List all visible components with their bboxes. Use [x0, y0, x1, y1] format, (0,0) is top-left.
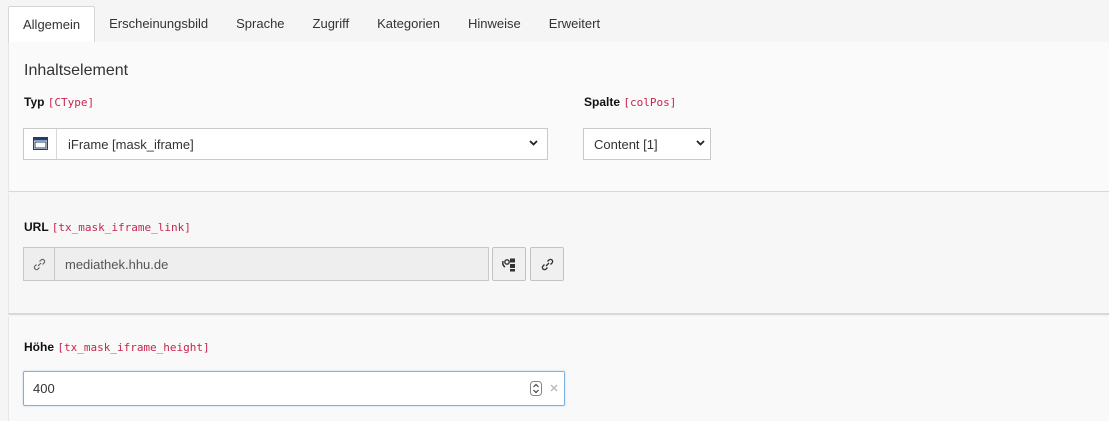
- height-section: Höhe [tx_mask_iframe_height] 400: [8, 317, 1109, 421]
- tab-kategorien[interactable]: Kategorien: [363, 6, 454, 42]
- url-field-code: [tx_mask_iframe_link]: [51, 221, 191, 234]
- section-title: Inhaltselement: [24, 62, 129, 79]
- tab-sprache[interactable]: Sprache: [222, 6, 298, 42]
- link-icon: [541, 258, 554, 271]
- url-section: URL [tx_mask_iframe_link] mediathek.hhu.…: [8, 193, 1109, 315]
- column-select[interactable]: Content [1]: [583, 128, 711, 160]
- tab-allgemein[interactable]: Allgemein: [8, 6, 96, 43]
- url-input-group: mediathek.hhu.de: [23, 247, 489, 281]
- chevron-down-icon: [696, 138, 705, 147]
- height-input[interactable]: 400: [23, 371, 565, 406]
- type-field-label: Typ [CType]: [24, 95, 95, 109]
- height-field-label: Höhe [tx_mask_iframe_height]: [24, 340, 210, 354]
- content-element-section: Inhaltselement Typ [CType] iFrame [mask_…: [8, 42, 1109, 192]
- height-field-code: [tx_mask_iframe_height]: [57, 341, 210, 354]
- link-wizard-button[interactable]: [530, 247, 564, 281]
- column-field-code: [colPos]: [623, 96, 677, 109]
- column-field-label: Spalte [colPos]: [584, 95, 677, 109]
- page-link-icon: [501, 257, 517, 272]
- url-addon: [23, 247, 55, 281]
- column-select-value: Content [1]: [594, 137, 658, 152]
- window-icon: [33, 137, 48, 150]
- height-input-value: 400: [33, 381, 55, 396]
- tab-erscheinungsbild[interactable]: Erscheinungsbild: [95, 6, 222, 42]
- ctype-icon-box: [24, 129, 57, 159]
- type-field-code: [CType]: [47, 96, 95, 109]
- page-link-browser-button[interactable]: [492, 247, 526, 281]
- number-stepper-icon[interactable]: [530, 381, 542, 396]
- tab-erweitert[interactable]: Erweitert: [535, 6, 614, 42]
- tab-hinweise[interactable]: Hinweise: [454, 6, 535, 42]
- type-select-value: iFrame [mask_iframe]: [68, 137, 194, 152]
- chevron-down-icon: [529, 138, 538, 147]
- url-input[interactable]: mediathek.hhu.de: [55, 247, 489, 281]
- tab-zugriff[interactable]: Zugriff: [299, 6, 364, 42]
- tab-bar: Allgemein Erscheinungsbild Sprache Zugri…: [8, 5, 1109, 43]
- link-icon: [33, 258, 46, 271]
- type-select[interactable]: iFrame [mask_iframe]: [23, 128, 548, 160]
- url-field-label: URL [tx_mask_iframe_link]: [24, 220, 191, 234]
- clear-icon[interactable]: [549, 383, 559, 393]
